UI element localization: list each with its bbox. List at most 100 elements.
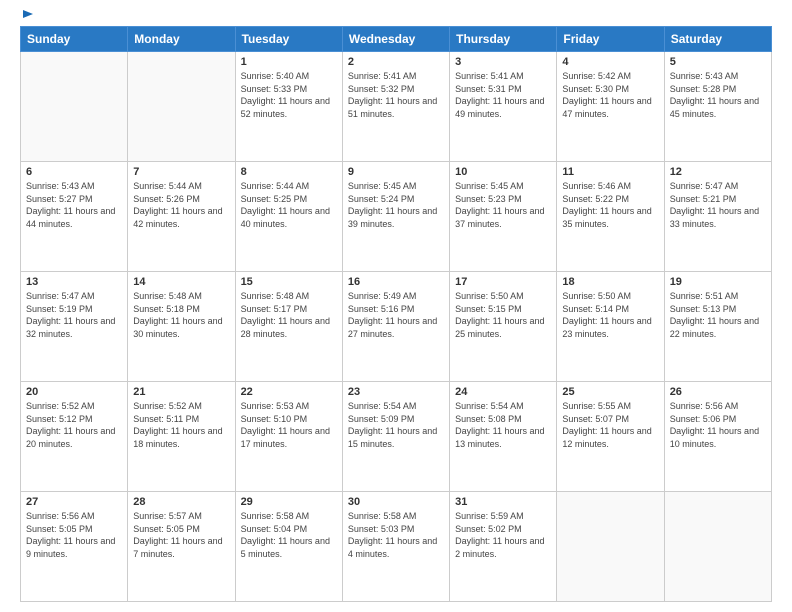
- week-row-5: 27 Sunrise: 5:56 AMSunset: 5:05 PMDayligh…: [21, 492, 772, 602]
- cell-date-number: 10: [455, 166, 551, 178]
- calendar-cell: [21, 52, 128, 162]
- cell-date-number: 29: [241, 496, 337, 508]
- week-row-4: 20 Sunrise: 5:52 AMSunset: 5:12 PMDayligh…: [21, 382, 772, 492]
- cell-info: Sunrise: 5:56 AMSunset: 5:05 PMDaylight:…: [26, 510, 122, 560]
- cell-info: Sunrise: 5:44 AMSunset: 5:26 PMDaylight:…: [133, 180, 229, 230]
- cell-info: Sunrise: 5:49 AMSunset: 5:16 PMDaylight:…: [348, 290, 444, 340]
- day-header-wednesday: Wednesday: [342, 27, 449, 52]
- calendar-cell: 22 Sunrise: 5:53 AMSunset: 5:10 PMDayligh…: [235, 382, 342, 492]
- calendar-cell: 26Sunrise: 5:56 AMSunset: 5:06 PMDayligh…: [664, 382, 771, 492]
- calendar-cell: 8 Sunrise: 5:44 AMSunset: 5:25 PMDaylight…: [235, 162, 342, 272]
- cell-date-number: 15: [241, 276, 337, 288]
- cell-date-number: 18: [562, 276, 658, 288]
- cell-info: Sunrise: 5:52 AMSunset: 5:11 PMDaylight:…: [133, 400, 229, 450]
- calendar-cell: 1 Sunrise: 5:40 AMSunset: 5:33 PMDaylight…: [235, 52, 342, 162]
- logo-flag-icon: [21, 8, 35, 22]
- cell-date-number: 22: [241, 386, 337, 398]
- cell-info: Sunrise: 5:43 AMSunset: 5:27 PMDaylight:…: [26, 180, 122, 230]
- calendar-cell: [557, 492, 664, 602]
- calendar-cell: 29 Sunrise: 5:58 AMSunset: 5:04 PMDayligh…: [235, 492, 342, 602]
- calendar-cell: 7 Sunrise: 5:44 AMSunset: 5:26 PMDaylight…: [128, 162, 235, 272]
- day-header-tuesday: Tuesday: [235, 27, 342, 52]
- cell-info: Sunrise: 5:59 AMSunset: 5:02 PMDaylight:…: [455, 510, 551, 560]
- cell-date-number: 1: [241, 56, 337, 68]
- cell-info: Sunrise: 5:54 AMSunset: 5:09 PMDaylight:…: [348, 400, 444, 450]
- calendar-cell: 31 Sunrise: 5:59 AMSunset: 5:02 PMDayligh…: [450, 492, 557, 602]
- cell-info: Sunrise: 5:42 AMSunset: 5:30 PMDaylight:…: [562, 70, 658, 120]
- calendar-cell: 24Sunrise: 5:54 AMSunset: 5:08 PMDayligh…: [450, 382, 557, 492]
- calendar-table: SundayMondayTuesdayWednesdayThursdayFrid…: [20, 26, 772, 602]
- cell-date-number: 31: [455, 496, 551, 508]
- cell-date-number: 13: [26, 276, 122, 288]
- header-row: SundayMondayTuesdayWednesdayThursdayFrid…: [21, 27, 772, 52]
- calendar-cell: 9Sunrise: 5:45 AMSunset: 5:24 PMDaylight…: [342, 162, 449, 272]
- cell-date-number: 6: [26, 166, 122, 178]
- cell-info: Sunrise: 5:45 AMSunset: 5:23 PMDaylight:…: [455, 180, 551, 230]
- cell-date-number: 27: [26, 496, 122, 508]
- cell-info: Sunrise: 5:50 AMSunset: 5:14 PMDaylight:…: [562, 290, 658, 340]
- calendar-cell: 3 Sunrise: 5:41 AMSunset: 5:31 PMDaylight…: [450, 52, 557, 162]
- cell-info: Sunrise: 5:45 AMSunset: 5:24 PMDaylight:…: [348, 180, 444, 230]
- calendar-cell: 17 Sunrise: 5:50 AMSunset: 5:15 PMDayligh…: [450, 272, 557, 382]
- day-header-sunday: Sunday: [21, 27, 128, 52]
- cell-info: Sunrise: 5:41 AMSunset: 5:32 PMDaylight:…: [348, 70, 444, 120]
- cell-info: Sunrise: 5:56 AMSunset: 5:06 PMDaylight:…: [670, 400, 766, 450]
- cell-date-number: 16: [348, 276, 444, 288]
- day-header-friday: Friday: [557, 27, 664, 52]
- cell-date-number: 11: [562, 166, 658, 178]
- cell-info: Sunrise: 5:57 AMSunset: 5:05 PMDaylight:…: [133, 510, 229, 560]
- calendar-cell: 12 Sunrise: 5:47 AMSunset: 5:21 PMDayligh…: [664, 162, 771, 272]
- calendar-cell: 21 Sunrise: 5:52 AMSunset: 5:11 PMDayligh…: [128, 382, 235, 492]
- cell-date-number: 7: [133, 166, 229, 178]
- cell-info: Sunrise: 5:54 AMSunset: 5:08 PMDaylight:…: [455, 400, 551, 450]
- calendar-cell: 19Sunrise: 5:51 AMSunset: 5:13 PMDayligh…: [664, 272, 771, 382]
- calendar-cell: 5Sunrise: 5:43 AMSunset: 5:28 PMDaylight…: [664, 52, 771, 162]
- cell-info: Sunrise: 5:51 AMSunset: 5:13 PMDaylight:…: [670, 290, 766, 340]
- cell-info: Sunrise: 5:40 AMSunset: 5:33 PMDaylight:…: [241, 70, 337, 120]
- cell-info: Sunrise: 5:58 AMSunset: 5:04 PMDaylight:…: [241, 510, 337, 560]
- week-row-1: 1 Sunrise: 5:40 AMSunset: 5:33 PMDaylight…: [21, 52, 772, 162]
- calendar-cell: 30 Sunrise: 5:58 AMSunset: 5:03 PMDayligh…: [342, 492, 449, 602]
- calendar-cell: 14 Sunrise: 5:48 AMSunset: 5:18 PMDayligh…: [128, 272, 235, 382]
- cell-date-number: 4: [562, 56, 658, 68]
- calendar-cell: 23 Sunrise: 5:54 AMSunset: 5:09 PMDayligh…: [342, 382, 449, 492]
- week-row-3: 13 Sunrise: 5:47 AMSunset: 5:19 PMDayligh…: [21, 272, 772, 382]
- cell-date-number: 5: [670, 56, 766, 68]
- calendar-cell: 25Sunrise: 5:55 AMSunset: 5:07 PMDayligh…: [557, 382, 664, 492]
- calendar-cell: 6 Sunrise: 5:43 AMSunset: 5:27 PMDaylight…: [21, 162, 128, 272]
- cell-info: Sunrise: 5:47 AMSunset: 5:19 PMDaylight:…: [26, 290, 122, 340]
- cell-info: Sunrise: 5:48 AMSunset: 5:17 PMDaylight:…: [241, 290, 337, 340]
- cell-info: Sunrise: 5:50 AMSunset: 5:15 PMDaylight:…: [455, 290, 551, 340]
- cell-info: Sunrise: 5:44 AMSunset: 5:25 PMDaylight:…: [241, 180, 337, 230]
- logo: [20, 16, 35, 18]
- cell-date-number: 3: [455, 56, 551, 68]
- logo-text: [20, 16, 35, 22]
- calendar-page: SundayMondayTuesdayWednesdayThursdayFrid…: [0, 0, 792, 612]
- calendar-cell: [664, 492, 771, 602]
- calendar-cell: 27 Sunrise: 5:56 AMSunset: 5:05 PMDayligh…: [21, 492, 128, 602]
- calendar-cell: 11Sunrise: 5:46 AMSunset: 5:22 PMDayligh…: [557, 162, 664, 272]
- cell-info: Sunrise: 5:47 AMSunset: 5:21 PMDaylight:…: [670, 180, 766, 230]
- cell-info: Sunrise: 5:41 AMSunset: 5:31 PMDaylight:…: [455, 70, 551, 120]
- cell-date-number: 28: [133, 496, 229, 508]
- calendar-cell: 13 Sunrise: 5:47 AMSunset: 5:19 PMDayligh…: [21, 272, 128, 382]
- cell-info: Sunrise: 5:53 AMSunset: 5:10 PMDaylight:…: [241, 400, 337, 450]
- day-header-thursday: Thursday: [450, 27, 557, 52]
- cell-date-number: 8: [241, 166, 337, 178]
- cell-info: Sunrise: 5:58 AMSunset: 5:03 PMDaylight:…: [348, 510, 444, 560]
- cell-date-number: 30: [348, 496, 444, 508]
- cell-date-number: 2: [348, 56, 444, 68]
- cell-date-number: 23: [348, 386, 444, 398]
- cell-date-number: 21: [133, 386, 229, 398]
- calendar-cell: 15 Sunrise: 5:48 AMSunset: 5:17 PMDayligh…: [235, 272, 342, 382]
- cell-info: Sunrise: 5:48 AMSunset: 5:18 PMDaylight:…: [133, 290, 229, 340]
- cell-date-number: 14: [133, 276, 229, 288]
- header: [20, 16, 772, 18]
- cell-date-number: 17: [455, 276, 551, 288]
- week-row-2: 6 Sunrise: 5:43 AMSunset: 5:27 PMDaylight…: [21, 162, 772, 272]
- calendar-cell: 2 Sunrise: 5:41 AMSunset: 5:32 PMDaylight…: [342, 52, 449, 162]
- cell-date-number: 12: [670, 166, 766, 178]
- day-header-monday: Monday: [128, 27, 235, 52]
- cell-date-number: 20: [26, 386, 122, 398]
- cell-info: Sunrise: 5:52 AMSunset: 5:12 PMDaylight:…: [26, 400, 122, 450]
